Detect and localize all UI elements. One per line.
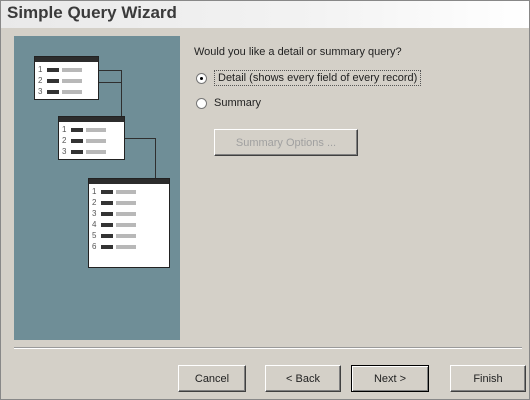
card-row: 5 [89, 230, 169, 241]
card-row: 3 [35, 86, 98, 97]
connector-line [99, 82, 121, 83]
card-row: 3 [59, 146, 124, 157]
finish-button[interactable]: Finish [450, 365, 526, 392]
next-button[interactable]: Next > [351, 365, 429, 392]
window-title: Simple Query Wizard [7, 3, 177, 22]
card-header [89, 179, 169, 184]
query-type-question: Would you like a detail or summary query… [194, 46, 402, 58]
query-illustration: 1 2 3 1 2 3 1 2 3 4 5 6 [14, 36, 180, 340]
card-row: 1 [89, 186, 169, 197]
illustration-card-c: 1 2 3 4 5 6 [88, 178, 170, 268]
card-row: 1 [59, 124, 124, 135]
detail-radio[interactable]: Detail (shows every field of every recor… [196, 70, 422, 86]
card-header [35, 57, 98, 62]
title-bar: Simple Query Wizard [1, 1, 529, 28]
card-row: 2 [89, 197, 169, 208]
connector-line [99, 70, 121, 71]
connector-line [121, 70, 122, 116]
card-row: 2 [59, 135, 124, 146]
card-row: 1 [35, 64, 98, 75]
illustration-card-b: 1 2 3 [58, 116, 125, 160]
summary-options-button[interactable]: Summary Options ... [214, 129, 358, 156]
connector-line [125, 138, 155, 139]
radio-checked-icon[interactable] [196, 72, 207, 84]
illustration-card-a: 1 2 3 [34, 56, 99, 100]
card-row: 3 [89, 208, 169, 219]
card-row: 4 [89, 219, 169, 230]
card-row: 2 [35, 75, 98, 86]
radio-unchecked-icon[interactable] [196, 97, 207, 109]
card-row: 6 [89, 241, 169, 252]
detail-radio-label[interactable]: Detail (shows every field of every recor… [214, 70, 422, 86]
wizard-window: Simple Query Wizard 1 2 3 1 2 3 1 2 3 4 … [0, 0, 530, 400]
connector-line [155, 138, 156, 178]
back-button[interactable]: < Back [265, 365, 341, 392]
card-header [59, 117, 124, 122]
summary-radio-label[interactable]: Summary [214, 97, 261, 109]
summary-radio[interactable]: Summary [196, 97, 261, 109]
button-separator [14, 347, 522, 349]
cancel-button[interactable]: Cancel [178, 365, 246, 392]
